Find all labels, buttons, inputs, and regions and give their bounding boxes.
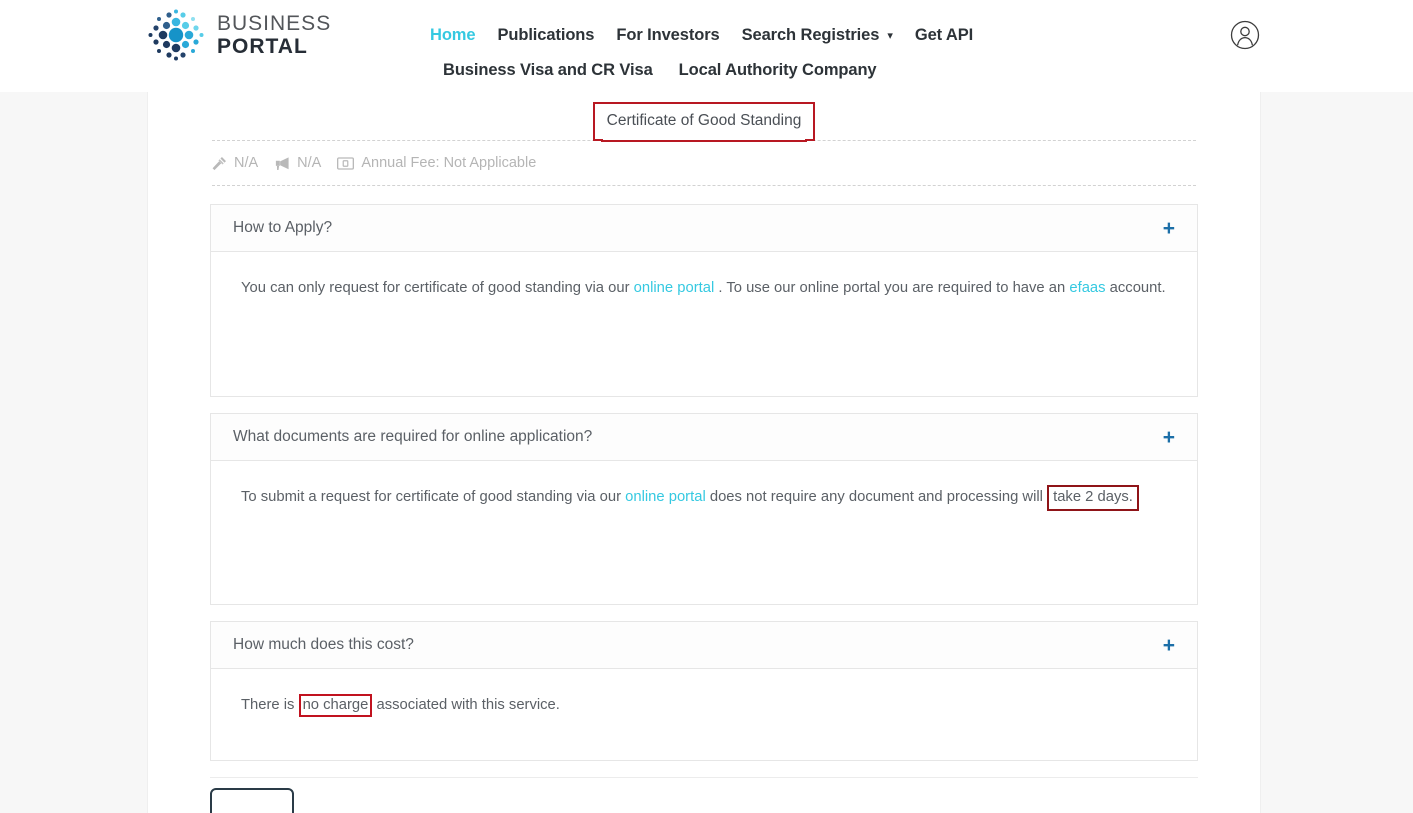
annotation-box-service-title: Certificate of Good Standing [592,102,816,141]
meta-gavel-value: N/A [234,155,259,171]
accordion-header-how-to-apply[interactable]: How to Apply? + [210,204,1198,252]
service-detail-card: Certificate of Good Standing N/A N/A Ann… [148,92,1260,813]
accordion-header-cost[interactable]: How much does this cost? + [210,621,1198,669]
megaphone-icon [274,156,290,171]
footer-button-wrap [148,778,1260,813]
main-navigation: Home Publications For Investors Search R… [430,18,1190,88]
plus-icon[interactable]: + [1163,427,1175,448]
logo-wordmark: BUSINESS PORTAL [217,13,331,57]
accordion-body-required-documents: To submit a request for certificate of g… [210,461,1198,605]
meta-annual-fee-value: Annual Fee: Not Applicable [361,155,537,171]
meta-item-annual-fee: Annual Fee: Not Applicable [337,155,536,171]
gavel-icon [212,156,227,171]
link-online-portal-1[interactable]: online portal [634,280,715,296]
service-meta-row: N/A N/A Annual Fee: Not Applicable [148,141,1260,185]
nav-item-publications[interactable]: Publications [497,26,594,45]
plus-icon[interactable]: + [1163,635,1175,656]
annotation-box-no-charge: no charge [298,694,373,718]
meta-item-gavel: N/A [212,155,258,171]
back-button[interactable] [210,788,294,813]
annotation-box-take-2-days: take 2 days. [1047,485,1139,511]
site-header: BUSINESS PORTAL Home Publications For In… [0,0,1413,92]
body-text-2a: To submit a request for certificate of g… [241,489,626,505]
logo-line-business: BUSINESS [217,12,332,35]
nav-row-primary: Home Publications For Investors Search R… [430,18,1190,53]
nav-row-secondary: Business Visa and CR Visa Local Authorit… [430,53,1190,88]
body-text-3a: There is [241,697,299,713]
accordion-title-cost: How much does this cost? [233,636,414,653]
plus-icon[interactable]: + [1163,218,1175,239]
nav-item-get-api[interactable]: Get API [915,26,973,45]
content-viewport: Certificate of Good Standing N/A N/A Ann… [0,92,1413,813]
link-online-portal-2[interactable]: online portal [625,489,706,505]
nav-item-home[interactable]: Home [430,26,476,45]
dot-cluster-logo-icon [148,9,204,61]
accordion-body-cost: There is no charge associated with this … [210,669,1198,761]
accordion-required-documents: What documents are required for online a… [210,413,1198,605]
accordion-title-required-documents: What documents are required for online a… [233,428,593,445]
link-efaas[interactable]: efaas [1069,280,1105,296]
meta-megaphone-value: N/A [297,155,322,171]
body-text-1c: account. [1105,280,1166,296]
page-title: Certificate of Good Standing [606,112,802,129]
accordion-body-how-to-apply: You can only request for certificate of … [210,252,1198,397]
accordion-header-required-documents[interactable]: What documents are required for online a… [210,413,1198,461]
body-text-1b: . To use our online portal you are requi… [714,280,1070,296]
nav-item-search-registries-label: Search Registries [741,26,880,44]
nav-item-local-authority-company[interactable]: Local Authority Company [679,61,877,80]
accordion-title-how-to-apply: How to Apply? [233,219,333,236]
accordion-cost: How much does this cost? + There is no c… [210,621,1198,761]
body-text-1a: You can only request for certificate of … [241,280,634,296]
faq-accordion-list: How to Apply? + You can only request for… [148,186,1260,761]
nav-item-search-registries[interactable]: Search Registries ▾ [742,26,893,45]
page-root: BUSINESS PORTAL Home Publications For In… [0,0,1413,813]
meta-item-megaphone: N/A [274,155,321,171]
nav-item-for-investors[interactable]: For Investors [616,26,719,45]
body-text-2b: does not require any document and proces… [705,489,1048,505]
body-text-3b: associated with this service. [372,697,560,713]
logo-line-portal: PORTAL [217,35,308,58]
money-bill-icon [337,156,355,170]
accordion-how-to-apply: How to Apply? + You can only request for… [210,204,1198,397]
nav-item-business-visa-cr-visa[interactable]: Business Visa and CR Visa [443,61,653,80]
user-circle-icon[interactable] [1230,20,1260,50]
site-logo[interactable]: BUSINESS PORTAL [148,9,331,61]
service-title-wrap: Certificate of Good Standing [148,92,1260,141]
chevron-down-icon: ▾ [887,30,893,42]
